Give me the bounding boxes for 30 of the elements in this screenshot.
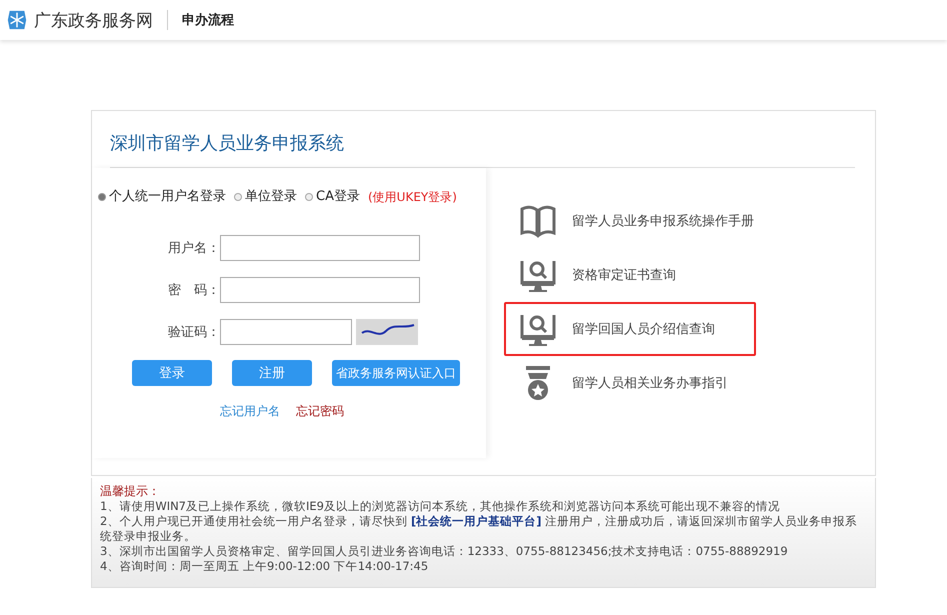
radio-button[interactable] (98, 193, 106, 201)
notes-title: 温馨提示： (100, 484, 161, 499)
ukey-hint: (使用UKEY登录) (368, 189, 457, 206)
login-type-label[interactable]: 单位登录 (245, 188, 297, 206)
captcha-image[interactable] (356, 319, 418, 345)
platform-link[interactable]: [社会统一用户基础平台] (410, 514, 542, 528)
field-label: 用户名： (167, 240, 220, 257)
forgot-link[interactable]: 忘记用户名 (220, 403, 280, 420)
service-link[interactable]: 留学回国人员介绍信查询 (504, 302, 756, 356)
note-text: 4、咨询时间：周一至周五 上午9:00-12:00 下午14:00-17:45 (100, 559, 430, 574)
captcha-input[interactable] (220, 319, 352, 345)
radio-button[interactable] (305, 193, 313, 201)
site-name[interactable]: 广东政务服务网 (34, 8, 153, 32)
service-link[interactable]: 资格审定证书查询 (504, 248, 756, 302)
radio-button[interactable] (234, 193, 242, 201)
field-label: 密 码： (167, 282, 220, 299)
login-type-label[interactable]: CA登录 (316, 188, 360, 206)
note-text: 1、请使用WIN7及已上操作系统，微软IE9及以上的浏览器访问本系统，其他操作系统和浏览器访问本系统可能出现不兼容的情况 (100, 499, 781, 514)
forgot-link[interactable]: 忘记密码 (296, 403, 344, 420)
section-title[interactable]: 申办流程 (182, 11, 234, 29)
login-type-label[interactable]: 个人统一用户名登录 (109, 188, 226, 206)
service-link[interactable]: 留学人员相关业务办事指引 (504, 356, 756, 410)
field-label: 验证码： (167, 324, 220, 341)
service-link[interactable]: 留学人员业务申报系统操作手册 (504, 194, 756, 248)
username-input[interactable] (220, 235, 420, 261)
note-text: 2、个人用户现已开通使用社会统一用户名登录，请尽快到 [社会统一用户基础平台] 注册用户，注册成功后，请返回深圳市留学人员业务申报系统登录申报业务。 (100, 514, 858, 544)
note-text: 3、深圳市出国留学人员资格审定、留学回国人员引进业务咨询电话：12333、0755-88123456;技术支持电话：0755-88892919 (100, 544, 789, 559)
password-input[interactable] (220, 277, 420, 303)
snowflake-logo-icon (6, 9, 28, 31)
system-title: 深圳市留学人员业务申报系统 (110, 131, 855, 168)
